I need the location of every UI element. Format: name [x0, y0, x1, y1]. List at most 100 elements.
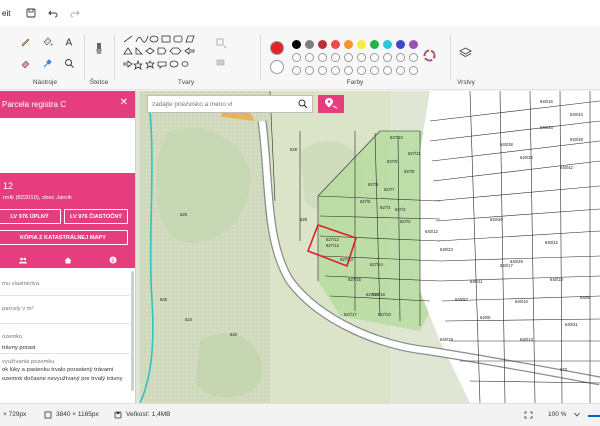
- empty-color-swatch[interactable]: [305, 53, 314, 62]
- ribbon: A Nástroje Štetce Tvary Farby Vrstvy: [0, 26, 600, 90]
- info-icon: [109, 256, 117, 266]
- brush-icon[interactable]: [92, 42, 106, 56]
- divider: [0, 323, 130, 324]
- shapes-gallery[interactable]: [122, 34, 212, 72]
- lv-full-button[interactable]: LV 976 ÚPLNÝ: [0, 209, 61, 224]
- color-swatch[interactable]: [292, 40, 301, 49]
- canvas-area[interactable]: 627/10 627/11 627/9 627/8 627/6 627/7 627/5 627…: [0, 91, 600, 403]
- empty-color-swatch[interactable]: [370, 66, 379, 75]
- parcel-label: 640/39: [570, 137, 583, 142]
- empty-color-swatch[interactable]: [344, 53, 353, 62]
- pencil-icon[interactable]: [18, 34, 32, 48]
- parcel-label: 640/22: [545, 240, 558, 245]
- color-swatch[interactable]: [383, 40, 392, 49]
- save-icon[interactable]: [20, 2, 42, 24]
- fill-icon[interactable]: [40, 34, 54, 48]
- close-icon[interactable]: ✕: [120, 97, 128, 108]
- map-copy-button[interactable]: KÓPIA Z KATASTRÁLNEJ MAPY: [0, 230, 128, 245]
- parcel-label: 640/10: [515, 299, 528, 304]
- app-title: eit: [2, 8, 11, 18]
- zoom-slider[interactable]: [588, 415, 600, 417]
- color-swatch[interactable]: [357, 40, 366, 49]
- edit-colors-icon[interactable]: [422, 48, 436, 62]
- empty-color-swatch[interactable]: [292, 66, 301, 75]
- home-icon: [64, 257, 72, 266]
- parcel-label: 640/16: [540, 99, 553, 104]
- owner-search-input[interactable]: [152, 100, 287, 108]
- people-icon: [18, 257, 27, 266]
- empty-color-swatch[interactable]: [318, 53, 327, 62]
- shapes-group: Tvary: [118, 30, 254, 88]
- empty-color-swatch[interactable]: [344, 66, 353, 75]
- tab-info[interactable]: [90, 254, 135, 268]
- color-swatch[interactable]: [344, 40, 353, 49]
- undo-icon[interactable]: [42, 2, 64, 24]
- divider: [0, 353, 130, 354]
- empty-color-swatch[interactable]: [318, 66, 327, 75]
- magnifier-icon[interactable]: [62, 56, 76, 70]
- parcel-label: 640/35: [520, 155, 533, 160]
- brushes-group: Štetce: [86, 30, 112, 88]
- parcel-label: 624: [185, 317, 193, 322]
- text-icon[interactable]: A: [62, 34, 76, 48]
- empty-color-swatch[interactable]: [383, 53, 392, 62]
- parcel-label: 640/23: [440, 247, 453, 252]
- redo-icon[interactable]: [64, 2, 86, 24]
- empty-color-swatch[interactable]: [409, 53, 418, 62]
- color-swatch[interactable]: [318, 40, 327, 49]
- selection-icon: [44, 411, 52, 421]
- color-swatch[interactable]: [331, 40, 340, 49]
- layers-icon[interactable]: [458, 46, 472, 60]
- color-swatch[interactable]: [370, 40, 379, 49]
- ribbon-divider: [260, 34, 261, 80]
- parcel-label: 627/9: [387, 159, 398, 164]
- empty-color-swatch[interactable]: [396, 53, 405, 62]
- parcel-label: 627/11: [408, 151, 421, 156]
- shape-fill-icon[interactable]: [214, 56, 228, 70]
- parcel-label: 640/19: [440, 337, 453, 342]
- empty-color-swatch[interactable]: [331, 66, 340, 75]
- empty-color-swatch[interactable]: [409, 66, 418, 75]
- primary-color-swatch[interactable]: [270, 41, 284, 55]
- detail-line: využívania pozemku: [2, 359, 55, 365]
- fit-screen-icon[interactable]: [524, 411, 533, 421]
- parcel-label: 640/13: [520, 337, 533, 342]
- parcel-label: 640/5: [480, 315, 491, 320]
- eraser-icon[interactable]: [18, 56, 32, 70]
- empty-color-swatch[interactable]: [292, 53, 301, 62]
- lv-partial-button[interactable]: LV 976 ČIASTOČNÝ: [64, 209, 128, 224]
- empty-color-swatch[interactable]: [383, 66, 392, 75]
- chevron-down-icon[interactable]: [574, 412, 580, 419]
- detail-line: ok lúky a pasienku trvalo porastený tráv…: [2, 367, 114, 373]
- empty-color-swatch[interactable]: [331, 53, 340, 62]
- parcel-label: 627/13: [340, 257, 353, 262]
- panel-scrollbar[interactable]: [131, 271, 134, 391]
- tab-home[interactable]: [45, 254, 90, 268]
- search-icon[interactable]: [298, 99, 308, 111]
- color-swatch[interactable]: [305, 40, 314, 49]
- color-picker-icon[interactable]: [40, 56, 54, 70]
- empty-color-swatch[interactable]: [370, 53, 379, 62]
- color-swatch[interactable]: [396, 40, 405, 49]
- parcel-label: 626: [180, 212, 188, 217]
- empty-color-swatch[interactable]: [357, 53, 366, 62]
- secondary-color-swatch[interactable]: [270, 60, 284, 74]
- ribbon-divider: [114, 34, 115, 80]
- detail-line: parcely v m²: [2, 306, 34, 312]
- empty-color-swatch[interactable]: [357, 66, 366, 75]
- parcel-label: 673: [560, 367, 568, 372]
- tab-owners[interactable]: [0, 254, 45, 268]
- color-swatch[interactable]: [409, 40, 418, 49]
- zoom-level[interactable]: 100 %: [548, 411, 566, 418]
- parcel-label: 620: [230, 332, 238, 337]
- empty-color-swatch[interactable]: [396, 66, 405, 75]
- empty-color-swatch[interactable]: [305, 66, 314, 75]
- parcel-label: 627/14: [370, 262, 383, 267]
- parcel-label: 625: [160, 297, 168, 302]
- file-size-icon: [114, 411, 122, 421]
- parcel-label: 640/34: [540, 125, 553, 130]
- locate-button[interactable]: [318, 95, 344, 113]
- parcel-label: 627/15: [348, 277, 361, 282]
- parcel-info-panel: Parcela registra C ✕ 12 nník (822019), o…: [0, 91, 136, 403]
- shape-outline-icon[interactable]: [214, 36, 228, 50]
